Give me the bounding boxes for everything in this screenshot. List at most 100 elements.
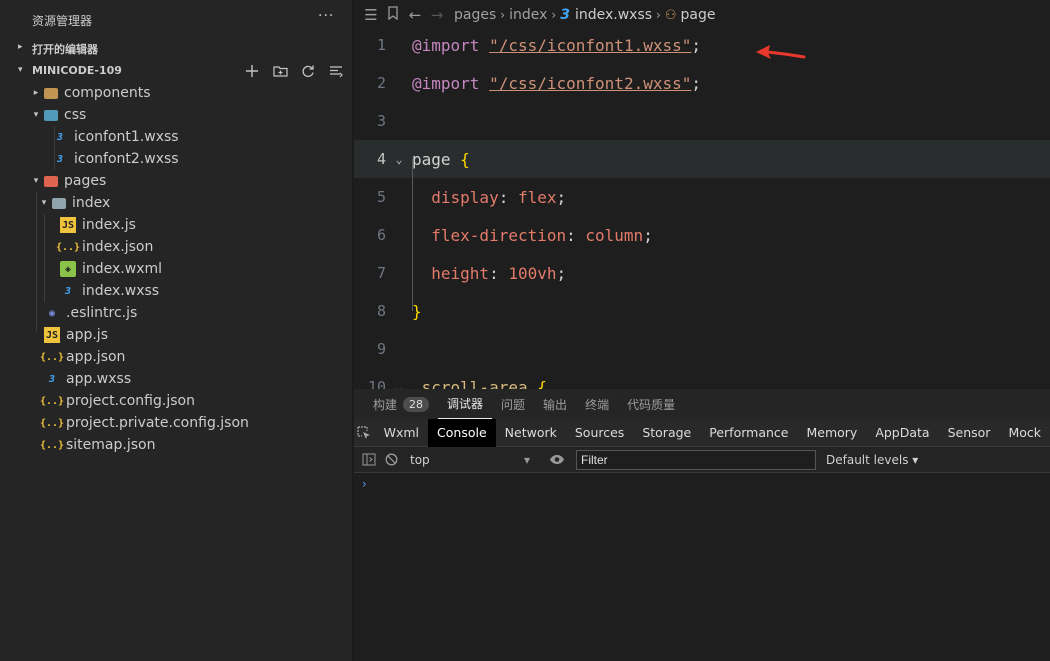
panel-tab-bar: 构建 28 调试器 问题 输出 终端 代码质量 [354,389,1050,419]
tree-item[interactable]: ▾ pages [0,170,352,192]
forward-arrow-icon[interactable]: → [426,6,448,24]
log-levels-dropdown[interactable]: Default levels ▾ [826,453,918,467]
tree-item[interactable]: ▾ index [0,192,352,214]
context-selector[interactable]: top ▾ [402,453,538,467]
bottom-panel: 构建 28 调试器 问题 输出 终端 代码质量 Wxml Console Network Sour… [354,389,1050,661]
panel-tab[interactable]: 终端 [576,389,618,419]
devtools-tab[interactable]: Wxml [375,419,428,447]
devtools-tab[interactable]: AppData [866,419,938,447]
refresh-icon[interactable] [297,61,319,81]
breadcrumb-item-pages[interactable]: pages [454,7,496,23]
tree-item[interactable]: {..} index.json [0,236,352,258]
tree-item[interactable]: ▾ css [0,104,352,126]
tree-item-label: pages [64,173,107,189]
devtools-tab[interactable]: Performance [700,419,797,447]
breadcrumb-item-file[interactable]: index.wxss [575,7,652,23]
project-name: MINICODE-109 [32,64,122,77]
tree-item[interactable]: {..} project.private.config.json [0,412,352,434]
new-folder-icon[interactable] [269,61,291,81]
code-token: ; [691,73,702,93]
devtools-tab[interactable]: Mock [999,419,1050,447]
fold-chevron-icon[interactable]: ⌄ [386,381,412,390]
breadcrumb-item-symbol[interactable]: page [681,7,716,23]
code-token: } [412,301,422,321]
line-number: 8 [376,302,386,320]
console-prompt[interactable]: › [362,477,367,491]
code-line[interactable]: 1 @import "/css/iconfont1.wxss"; [354,30,1050,64]
code-line[interactable]: 2 @import "/css/iconfont2.wxss"; [354,64,1050,102]
devtools-tab[interactable]: Network [496,419,566,447]
tree-item[interactable]: 3 iconfont2.wxss [0,148,352,170]
code-line[interactable]: 5 display: flex; [354,178,1050,216]
line-number: 2 [376,74,386,92]
tree-item[interactable]: {..} sitemap.json [0,434,352,456]
devtools-tab[interactable]: Memory [797,419,866,447]
css-file-icon: 3 [48,373,56,385]
code-token: "/css/iconfont1.wxss" [489,35,692,55]
tree-item[interactable]: ▸ components [0,82,352,104]
tree-item[interactable]: 3 iconfont1.wxss [0,126,352,148]
devtools-tab[interactable]: Console [428,418,496,447]
code-line[interactable]: 8} [354,292,1050,330]
tree-item[interactable]: 3 app.wxss [0,368,352,390]
code-line[interactable]: 7 height: 100vh; [354,254,1050,292]
tree-item-label: iconfont1.wxss [74,129,179,145]
caret-down-icon: ▾ [523,452,530,467]
code-text: display: flex; [412,188,566,207]
clear-console-icon[interactable] [380,449,402,471]
tree-item[interactable]: ◈ index.wxml [0,258,352,280]
devtools-tab[interactable]: Storage [633,419,700,447]
line-number: 1 [376,36,386,54]
more-actions-icon[interactable]: ··· [318,8,334,24]
line-number: 5 [376,188,386,206]
devtools-tab[interactable]: Sensor [939,419,1000,447]
code-line[interactable]: 9 [354,330,1050,368]
panel-tab[interactable]: 问题 [492,389,534,419]
panel-tab[interactable]: 输出 [534,389,576,419]
filter-input[interactable] [576,449,816,470]
code-token: ; [556,187,567,207]
code-line[interactable]: 10 ⌄ .scroll-area { [354,368,1050,390]
tree-item[interactable]: {..} app.json [0,346,352,368]
eye-icon[interactable] [546,449,568,471]
code-line[interactable]: 3 [354,102,1050,140]
code-line[interactable]: 6 flex-direction: column; [354,216,1050,254]
new-file-icon[interactable] [241,61,263,81]
chevron-down-icon: ▾ [33,176,39,186]
panel-tab[interactable]: 代码质量 [618,389,684,419]
indent-guide [44,214,45,302]
toggle-sidebar-icon[interactable] [358,449,380,471]
code-token: flex-direction [431,225,567,245]
js-file-icon: JS [60,217,76,233]
list-icon[interactable]: ☰ [360,6,382,24]
inspect-element-icon[interactable] [354,419,375,447]
panel-tab[interactable]: 构建 28 [354,389,438,419]
tree-item[interactable]: 3 index.wxss [0,280,352,302]
chevron-right-icon: › [656,8,661,22]
back-arrow-icon[interactable]: ← [404,6,426,24]
tree-item[interactable]: JS index.js [0,214,352,236]
code-token: : [566,225,586,245]
json-file-icon: {..} [55,241,81,253]
panel-tab[interactable]: 调试器 [438,389,493,419]
bookmark-icon[interactable] [382,6,404,24]
tree-item-label: components [64,85,151,101]
open-editors-section[interactable]: ▸ 打开的编辑器 [0,37,353,59]
folder-open-icon [52,197,66,209]
code-editor[interactable]: 10 ⌄ .scroll-area {9 8} 7 height: 100vh; 6 fl… [354,30,1050,389]
code-token: column [585,225,644,245]
project-section[interactable]: ▾ MINICODE-109 [0,60,353,82]
wxml-file-icon: ◈ [60,261,76,277]
tree-item[interactable]: JS app.js [0,324,352,346]
tree-item[interactable]: {..} project.config.json [0,390,352,412]
line-number: 7 [376,264,386,282]
devtools-tab[interactable]: Sources [566,419,633,447]
fold-chevron-icon[interactable]: ⌄ [386,153,412,166]
css-file-icon: 3 [560,7,570,23]
tree-item[interactable]: ◉ .eslintrc.js [0,302,352,324]
tree-item-label: .eslintrc.js [66,305,138,321]
collapse-all-icon[interactable] [325,61,347,81]
code-line[interactable]: 4 ⌄ page { [354,140,1050,178]
breadcrumb-item-index[interactable]: index [509,7,547,23]
